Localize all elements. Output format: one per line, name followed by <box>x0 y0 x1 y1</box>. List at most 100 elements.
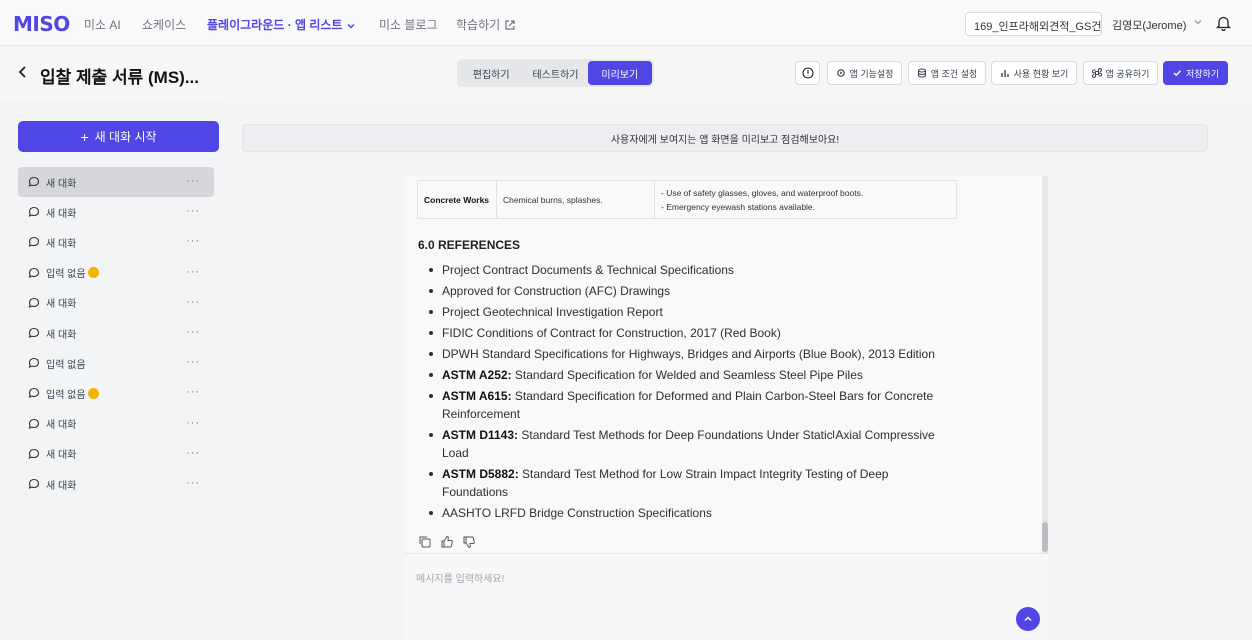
chat-bubble-icon <box>28 237 40 248</box>
new-chat-button[interactable]: + 새 대화 시작 <box>18 121 219 152</box>
preview-banner: 사용자에게 보여지는 앱 화면을 미리보고 점검해보아요! <box>242 124 1208 152</box>
chevron-up-icon <box>1024 616 1032 622</box>
app-title: 입찰 제출 서류 (MS)... <box>40 68 200 87</box>
share-app-label: 앱 공유하기 <box>1105 68 1150 79</box>
list-item[interactable]: 새 대화 ··· <box>18 439 214 469</box>
copy-icon[interactable] <box>418 535 432 549</box>
list-item[interactable]: 새 대화 ··· <box>18 197 214 227</box>
list-item[interactable]: 입력 없음 ··· <box>18 258 214 288</box>
text-cursor-icon: I <box>832 429 836 441</box>
message-composer[interactable]: 메시지를 입력하세요! <box>404 553 1048 640</box>
usage-button[interactable]: 사용 현황 보기 <box>991 61 1077 85</box>
more-options-icon[interactable]: ··· <box>186 386 200 398</box>
control-line: - Emergency eyewash stations available. <box>661 201 816 212</box>
more-options-icon[interactable]: ··· <box>186 326 200 338</box>
emoji-icon <box>87 267 99 279</box>
reference-code: ASTM D5882: <box>442 467 519 481</box>
message-actions <box>418 535 476 549</box>
reference-item: ASTM D5882: Standard Test Method for Low… <box>418 465 948 501</box>
conversation-label: 입력 없음 <box>46 269 86 281</box>
thumbs-up-icon[interactable] <box>440 535 454 549</box>
new-chat-label: 새 대화 시작 <box>94 130 157 144</box>
mode-switcher: 편집하기 테스트하기 미리보기 <box>457 59 654 87</box>
reference-text: Standard Specification for Deformed and … <box>442 389 934 421</box>
conversation-label: 새 대화 <box>46 238 77 250</box>
more-options-icon[interactable]: ··· <box>186 266 200 278</box>
reference-code: ASTM A615: <box>442 389 512 403</box>
table-row: Concrete Works Chemical burns, splashes.… <box>417 180 957 219</box>
reference-code: ASTM A252: <box>442 368 512 382</box>
tab-edit[interactable]: 편집하기 <box>459 61 523 85</box>
list-item[interactable]: 새 대화 ··· <box>18 469 214 499</box>
message-input-placeholder[interactable]: 메시지를 입력하세요! <box>416 570 504 585</box>
nav-showcase[interactable]: 쇼케이스 <box>142 16 186 33</box>
plus-icon: + <box>80 128 89 145</box>
nav-learn[interactable]: 학습하기 <box>456 16 516 33</box>
conversation-label: 새 대화 <box>46 450 77 462</box>
nav-miso-blog[interactable]: 미소 블로그 <box>379 16 438 33</box>
chat-scroll-thumb[interactable] <box>1042 522 1048 552</box>
miso-logo[interactable]: MISO <box>13 12 70 36</box>
list-item[interactable]: 새 대화 ··· <box>18 288 214 318</box>
reference-text: Approved for Construction (AFC) Drawings <box>442 284 671 298</box>
workspace-selector[interactable]: 169_인프라해외견적_GS건설 <box>965 12 1102 36</box>
check-icon <box>1173 70 1181 77</box>
save-button[interactable]: 저장하기 <box>1163 61 1228 85</box>
more-options-icon[interactable]: ··· <box>186 235 200 247</box>
chat-bubble-icon <box>28 207 40 218</box>
more-options-icon[interactable]: ··· <box>186 175 200 187</box>
reference-item: Project Contract Documents & Technical S… <box>418 261 948 279</box>
chat-bubble-icon <box>28 478 40 489</box>
preview-area: 사용자에게 보여지는 앱 화면을 미리보고 점검해보아요! Concrete W… <box>228 102 1252 640</box>
thumbs-down-icon[interactable] <box>462 535 476 549</box>
scroll-to-top-button[interactable] <box>1016 607 1040 631</box>
table-cell-activity: Concrete Works <box>417 180 497 219</box>
app-header: 입찰 제출 서류 (MS)... 편집하기 테스트하기 미리보기 앱 기능설정 … <box>0 46 1252 102</box>
more-options-icon[interactable]: ··· <box>186 417 200 429</box>
list-item[interactable]: 새 대화 ··· <box>18 227 214 257</box>
conversation-label: 입력 없음 <box>46 389 86 401</box>
chat-bubble-icon <box>28 418 40 429</box>
bell-icon[interactable] <box>1216 15 1231 31</box>
list-item[interactable]: 새 대화 ··· <box>18 167 214 197</box>
reference-text: Standard Specification for Welded and Se… <box>511 368 863 382</box>
chat-scrollbar[interactable] <box>1042 176 1048 554</box>
conversation-label: 새 대화 <box>46 299 77 311</box>
nav-miso-ai[interactable]: 미소 AI <box>84 16 121 33</box>
list-item[interactable]: 입력 없음 ··· <box>18 348 214 378</box>
bar-chart-icon <box>1000 70 1009 77</box>
more-options-icon[interactable]: ··· <box>186 477 200 489</box>
nav-playground[interactable]: 플레이그라운드 · 앱 리스트 <box>207 16 356 33</box>
list-item[interactable]: 새 대화 ··· <box>18 318 214 348</box>
share-app-button[interactable]: 앱 공유하기 <box>1083 61 1158 85</box>
chevron-down-icon[interactable] <box>1193 17 1203 27</box>
nav-playground-label: 플레이그라운드 · 앱 리스트 <box>207 18 343 32</box>
chat-bubble-icon <box>28 358 40 369</box>
reference-item: ASTM A252: Standard Specification for We… <box>418 366 948 384</box>
more-options-icon[interactable]: ··· <box>186 447 200 459</box>
app-conditions-button[interactable]: 앱 조건 설정 <box>908 61 986 85</box>
table-cell-controls: - Use of safety glasses, gloves, and wat… <box>654 180 957 219</box>
more-options-icon[interactable]: ··· <box>186 356 200 368</box>
chat-message-area: Concrete Works Chemical burns, splashes.… <box>404 176 1048 558</box>
more-options-icon[interactable]: ··· <box>186 296 200 308</box>
reference-text: AASHTO LRFD Bridge Construction Specific… <box>442 506 712 520</box>
list-item[interactable]: 입력 없음 ··· <box>18 378 214 408</box>
app-conditions-label: 앱 조건 설정 <box>930 68 978 79</box>
reference-item: Project Geotechnical Investigation Repor… <box>418 303 948 321</box>
reference-item: AASHTO LRFD Bridge Construction Specific… <box>418 504 948 522</box>
list-item[interactable]: 새 대화 ··· <box>18 409 214 439</box>
user-name[interactable]: 김영모(Jerome) <box>1112 17 1186 33</box>
tab-preview[interactable]: 미리보기 <box>587 61 652 85</box>
app-features-button[interactable]: 앱 기능설정 <box>827 61 902 85</box>
conversation-label: 새 대화 <box>46 480 77 492</box>
reference-item: DPWH Standard Specifications for Highway… <box>418 345 948 363</box>
references-heading: 6.0 REFERENCES <box>418 238 521 252</box>
back-arrow-icon[interactable] <box>16 65 30 79</box>
info-button[interactable] <box>795 61 820 85</box>
conversation-label: 새 대화 <box>46 178 77 190</box>
more-options-icon[interactable]: ··· <box>186 205 200 217</box>
chevron-down-icon <box>347 24 355 29</box>
tab-test[interactable]: 테스트하기 <box>523 61 587 85</box>
app-features-label: 앱 기능설정 <box>849 68 894 79</box>
